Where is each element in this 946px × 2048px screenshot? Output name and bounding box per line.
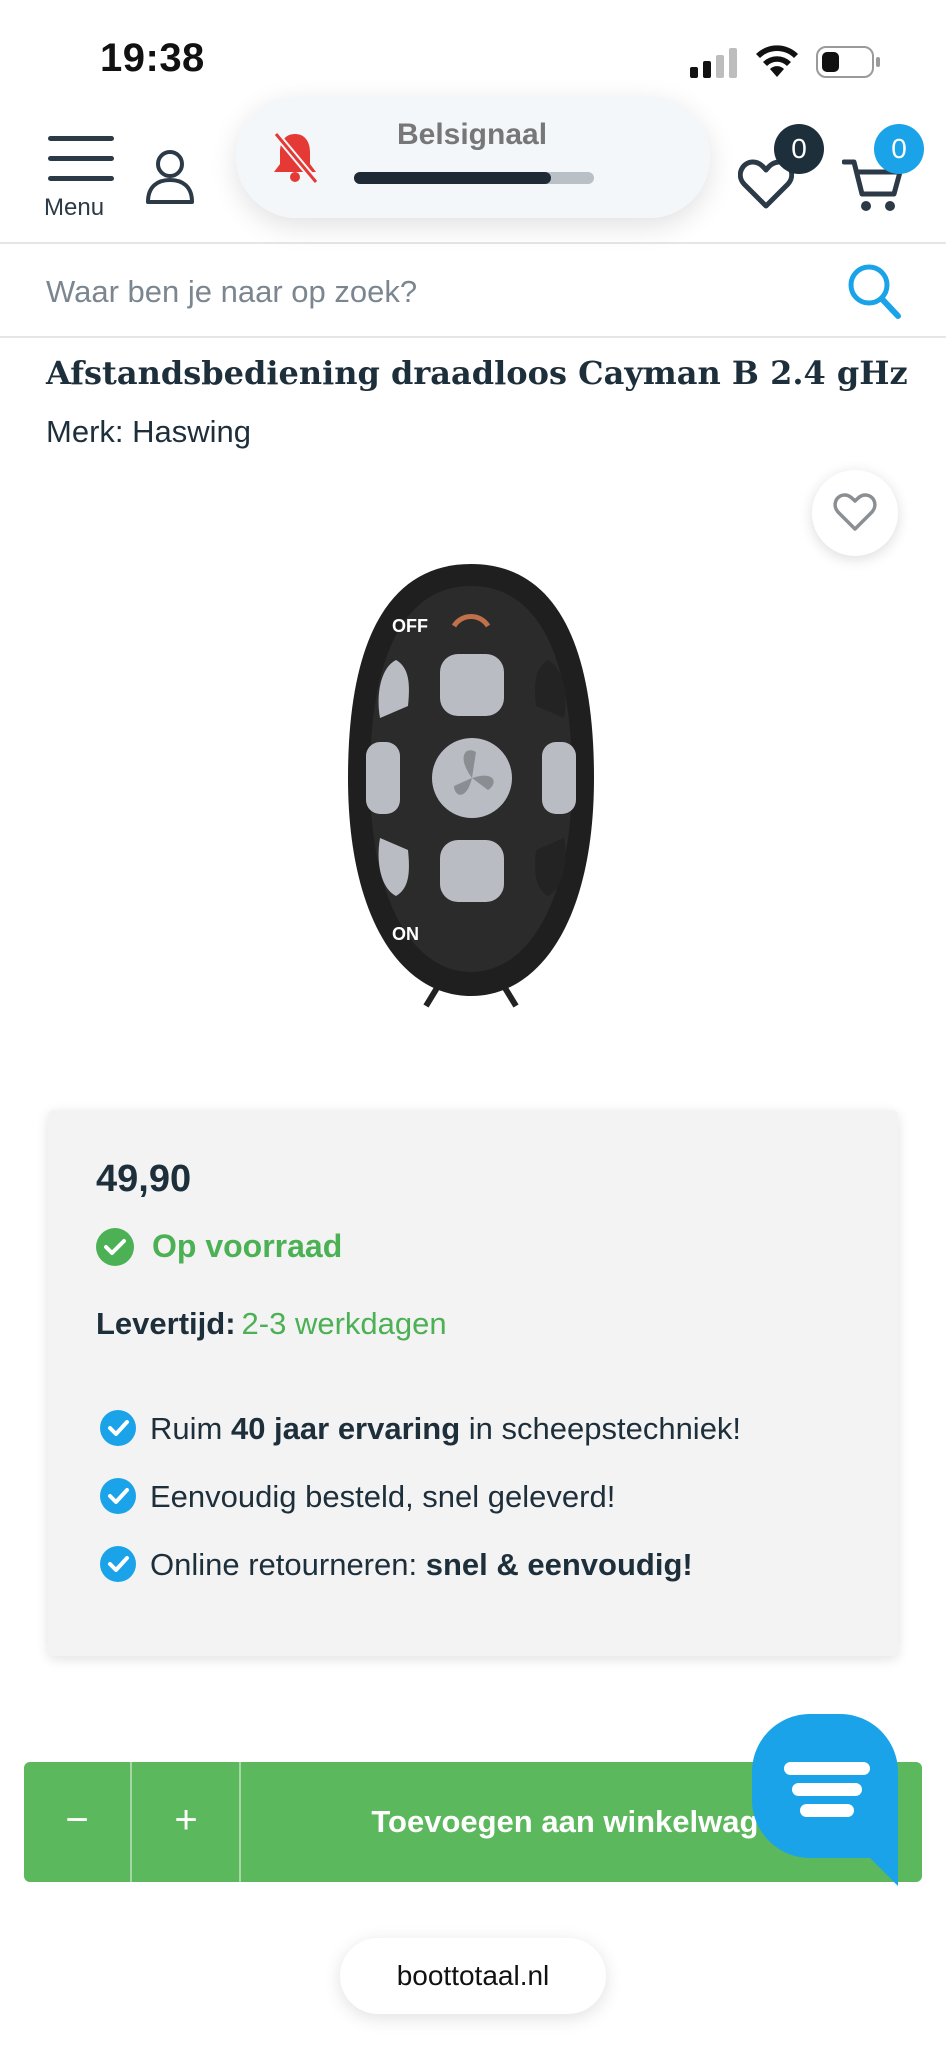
chat-button[interactable] (752, 1714, 898, 1886)
cellular-signal-icon (690, 48, 737, 78)
product-title: Afstandsbediening draadloos Cayman B 2.4… (46, 354, 908, 392)
delivery-label: Levertijd: (96, 1306, 236, 1341)
usp-item: Eenvoudig besteld, snel geleverd! (100, 1478, 615, 1515)
ringer-volume-bar (354, 172, 594, 184)
in-stock-check-icon (96, 1228, 134, 1266)
check-circle-icon (100, 1478, 136, 1514)
wifi-icon (756, 45, 798, 77)
account-icon[interactable] (144, 148, 196, 204)
remote-on-label: ON (392, 924, 419, 944)
check-circle-icon (100, 1546, 136, 1582)
delivery-time: Levertijd: 2-3 werkdagen (96, 1306, 447, 1342)
menu-label: Menu (44, 194, 105, 221)
remote-off-label: OFF (392, 616, 428, 636)
status-time: 19:38 (100, 36, 205, 80)
search-bar (0, 246, 946, 338)
add-to-wishlist-button[interactable] (812, 470, 898, 556)
search-icon[interactable] (846, 262, 902, 320)
product-price: 49,90 (96, 1158, 192, 1200)
status-bar: 19:38 (0, 0, 946, 100)
ringer-volume-fill (354, 172, 551, 184)
usp-item: Ruim 40 jaar ervaring in scheepstechniek… (100, 1410, 741, 1447)
heart-outline-icon (833, 493, 877, 531)
product-image-remote: OFF ON (348, 564, 594, 1008)
ringer-title: Belsignaal (396, 118, 548, 151)
check-circle-icon (100, 1410, 136, 1446)
wishlist-count-badge: 0 (774, 124, 824, 174)
delivery-value: 2-3 werkdagen (241, 1306, 447, 1341)
browser-url-pill[interactable]: boottotaal.nl (340, 1938, 606, 2014)
product-brand: Merk: Haswing (46, 414, 251, 449)
cart-count-badge: 0 (874, 124, 924, 174)
wishlist-button[interactable]: 0 (738, 124, 828, 214)
purchase-panel: 49,90 Op voorraad Levertijd: 2-3 werkdage… (48, 1110, 898, 1656)
quantity-increase-button[interactable]: + (133, 1762, 241, 1882)
stock-status: Op voorraad (152, 1228, 343, 1264)
hamburger-icon (48, 136, 114, 182)
search-input[interactable] (46, 264, 826, 320)
bell-muted-icon (273, 131, 319, 184)
ringer-overlay: Belsignaal (236, 96, 710, 218)
menu-button[interactable]: Menu (44, 132, 118, 222)
quantity-decrease-button[interactable]: − (24, 1762, 132, 1882)
usp-item: Online retourneren: snel & eenvoudig! (100, 1546, 693, 1583)
battery-icon (816, 46, 880, 78)
cart-button[interactable]: 0 (842, 124, 938, 214)
